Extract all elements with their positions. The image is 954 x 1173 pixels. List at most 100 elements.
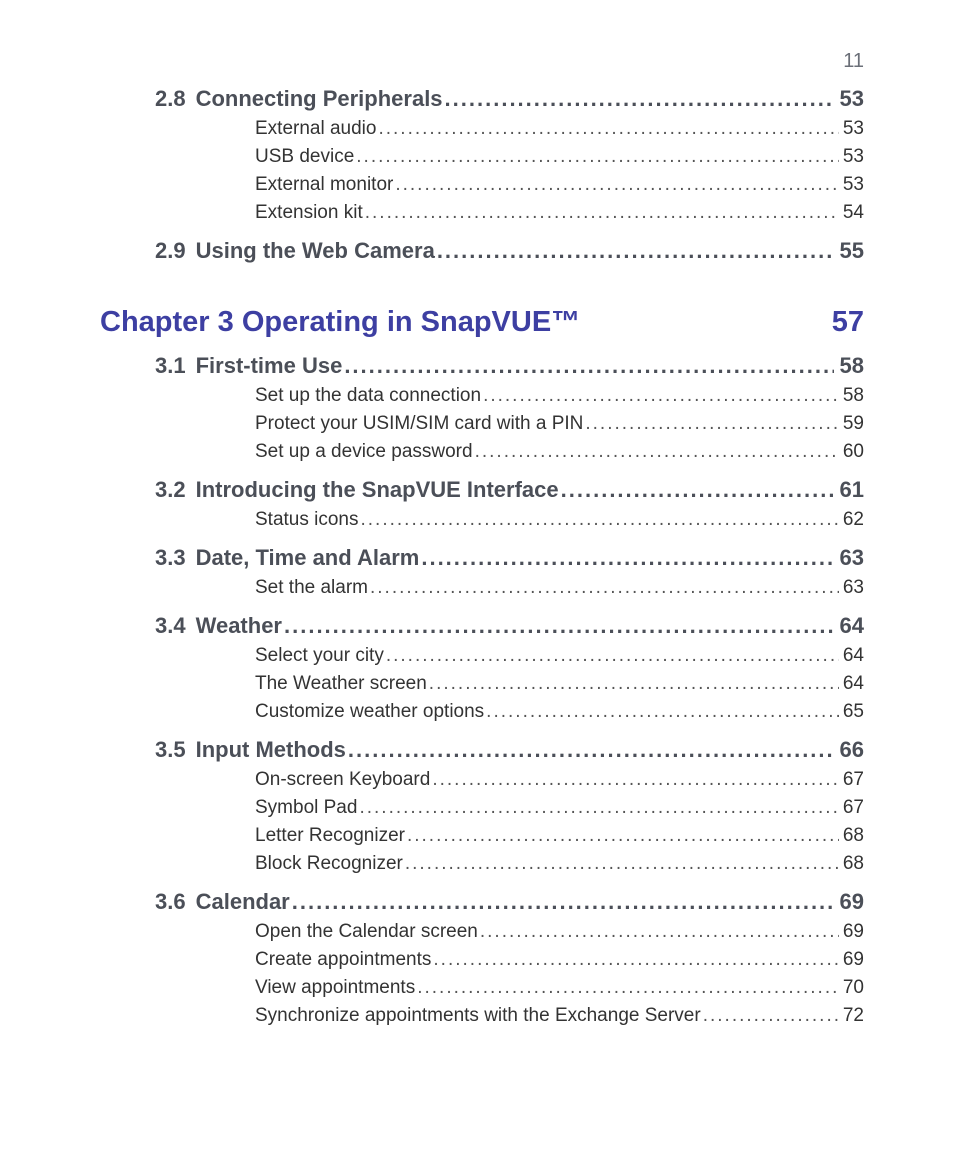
page-number: 11	[843, 50, 864, 73]
section-number: 3.4	[155, 613, 196, 639]
toc-subitem[interactable]: Letter Recognizer 68	[100, 825, 864, 847]
toc-subitem[interactable]: Extension kit54	[100, 202, 864, 224]
subitem-page: 53	[839, 118, 864, 140]
subitem-title: Set up the data connection	[255, 385, 481, 407]
subitem-page: 53	[839, 146, 864, 168]
toc-after-chapter: 3.1First-time Use58Set up the data conne…	[100, 353, 864, 1027]
section-number: 3.6	[155, 889, 196, 915]
toc-subitem[interactable]: Select your city 64	[100, 645, 864, 667]
subitem-title: Open the Calendar screen	[255, 921, 478, 943]
subitem-page: 60	[839, 441, 864, 463]
section-page: 66	[834, 737, 864, 763]
subitem-title: Synchronize appointments with the Exchan…	[255, 1005, 701, 1027]
leader-dots	[342, 353, 833, 379]
subitem-page: 68	[839, 825, 864, 847]
subitem-page: 68	[839, 853, 864, 875]
section-page: 53	[834, 86, 864, 112]
toc-subitem[interactable]: Set up a device password 60	[100, 441, 864, 463]
toc-subitem[interactable]: Protect your USIM/SIM card with a PIN59	[100, 413, 864, 435]
subitem-page: 67	[839, 797, 864, 819]
toc-section[interactable]: 3.4Weather 64	[100, 613, 864, 639]
toc-page: 11 2.8Connecting Peripherals53 External a…	[0, 0, 954, 1173]
toc-section[interactable]: 2.9Using the Web Camera55	[100, 238, 864, 264]
section-title: Introducing the SnapVUE Interface	[196, 477, 559, 503]
subitem-title: Set up a device password	[255, 441, 473, 463]
subitem-title: USB device	[255, 146, 354, 168]
subitem-page: 69	[839, 949, 864, 971]
subitem-page: 67	[839, 769, 864, 791]
toc-subitem[interactable]: Synchronize appointments with the Exchan…	[100, 1005, 864, 1027]
leader-dots	[368, 577, 839, 599]
subitem-page: 62	[839, 509, 864, 531]
section-number: 3.3	[155, 545, 196, 571]
toc-subitem[interactable]: USB device 53	[100, 146, 864, 168]
chapter-title: Chapter 3 Operating in SnapVUE™	[100, 306, 832, 339]
toc-subitem[interactable]: Set the alarm63	[100, 577, 864, 599]
toc-section[interactable]: 3.5Input Methods 66	[100, 737, 864, 763]
subitem-page: 65	[839, 701, 864, 723]
leader-dots	[393, 174, 839, 196]
subitem-page: 72	[839, 1005, 864, 1027]
leader-dots	[346, 737, 834, 763]
subitem-title: Create appointments	[255, 949, 431, 971]
toc-section[interactable]: 3.2Introducing the SnapVUE Interface61	[100, 477, 864, 503]
leader-dots	[405, 825, 839, 847]
subitem-title: The Weather screen	[255, 673, 427, 695]
toc-subitem[interactable]: Create appointments 69	[100, 949, 864, 971]
leader-dots	[583, 413, 838, 435]
leader-dots	[701, 1005, 839, 1027]
toc-subitem[interactable]: Block Recognizer68	[100, 853, 864, 875]
chapter-heading[interactable]: Chapter 3 Operating in SnapVUE™ 57	[100, 306, 864, 339]
subitem-title: Select your city	[255, 645, 384, 667]
leader-dots	[290, 889, 834, 915]
subitem-page: 58	[839, 385, 864, 407]
section-number: 2.8	[155, 86, 196, 112]
toc-section[interactable]: 2.8Connecting Peripherals53	[100, 86, 864, 112]
section-title: Weather	[196, 613, 282, 639]
leader-dots	[359, 509, 839, 531]
toc-section[interactable]: 3.6Calendar69	[100, 889, 864, 915]
toc-before-chapter: 2.8Connecting Peripherals53 External audi…	[100, 86, 864, 264]
toc-section[interactable]: 3.3Date, Time and Alarm 63	[100, 545, 864, 571]
section-title: Date, Time and Alarm	[196, 545, 420, 571]
section-title: First-time Use	[196, 353, 343, 379]
toc-subitem[interactable]: Status icons62	[100, 509, 864, 531]
subitem-page: 63	[839, 577, 864, 599]
subitem-page: 64	[839, 673, 864, 695]
section-page: 64	[834, 613, 864, 639]
toc-subitem[interactable]: External monitor53	[100, 174, 864, 196]
toc-subitem[interactable]: The Weather screen 64	[100, 673, 864, 695]
toc-section[interactable]: 3.1First-time Use58	[100, 353, 864, 379]
chapter-page: 57	[832, 306, 864, 339]
subitem-page: 64	[839, 645, 864, 667]
toc-subitem[interactable]: Set up the data connection 58	[100, 385, 864, 407]
leader-dots	[354, 146, 839, 168]
section-page: 58	[834, 353, 864, 379]
toc-subitem[interactable]: Symbol Pad67	[100, 797, 864, 819]
subitem-title: Protect your USIM/SIM card with a PIN	[255, 413, 583, 435]
toc-subitem[interactable]: Open the Calendar screen 69	[100, 921, 864, 943]
subitem-title: Letter Recognizer	[255, 825, 405, 847]
section-title: Input Methods	[196, 737, 346, 763]
section-page: 55	[834, 238, 864, 264]
section-title: Using the Web Camera	[196, 238, 435, 264]
leader-dots	[430, 769, 839, 791]
section-number: 3.5	[155, 737, 196, 763]
section-page: 63	[834, 545, 864, 571]
subitem-page: 70	[839, 977, 864, 999]
toc-subitem[interactable]: Customize weather options65	[100, 701, 864, 723]
leader-dots	[559, 477, 834, 503]
subitem-title: On-screen Keyboard	[255, 769, 430, 791]
toc-subitem[interactable]: View appointments70	[100, 977, 864, 999]
subitem-title: Extension kit	[255, 202, 363, 224]
toc-subitem[interactable]: On-screen Keyboard 67	[100, 769, 864, 791]
leader-dots	[481, 385, 839, 407]
leader-dots	[384, 645, 839, 667]
leader-dots	[357, 797, 838, 819]
section-page: 61	[834, 477, 864, 503]
subitem-page: 53	[839, 174, 864, 196]
subitem-page: 69	[839, 921, 864, 943]
toc-subitem[interactable]: External audio53	[100, 118, 864, 140]
leader-dots	[376, 118, 838, 140]
leader-dots	[431, 949, 838, 971]
